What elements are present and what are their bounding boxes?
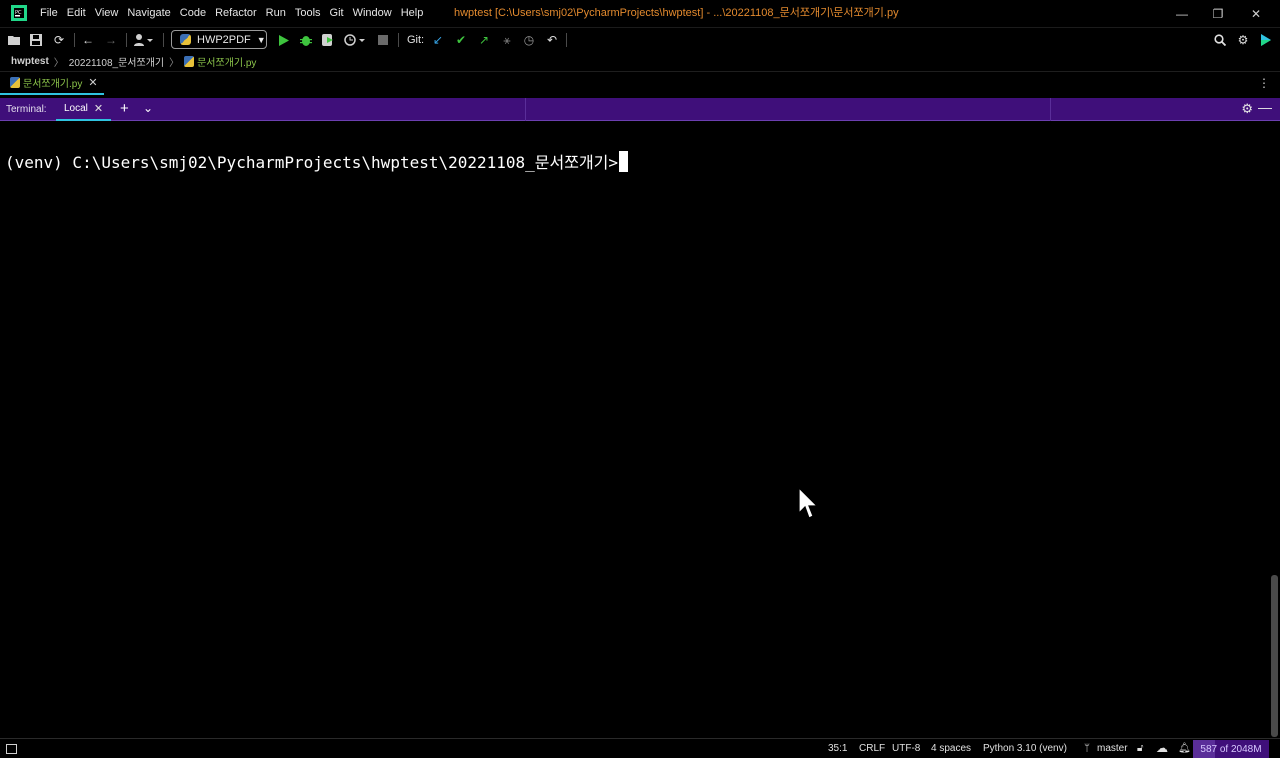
terminal-cursor bbox=[619, 150, 629, 172]
menu-view[interactable]: View bbox=[95, 0, 119, 27]
run-icon[interactable] bbox=[276, 32, 292, 48]
back-arrow-icon[interactable]: ← bbox=[80, 32, 96, 48]
forward-arrow-icon[interactable]: → bbox=[103, 32, 119, 48]
minimize-button[interactable]: — bbox=[1164, 0, 1200, 27]
breadcrumb-project[interactable]: hwptest bbox=[11, 56, 49, 67]
line-ending[interactable]: CRLF bbox=[859, 743, 885, 754]
main-toolbar: ⟳ ← → HWP2PDF ▼ Git: ↙ ✔ ↗ ⚹ ◷ ↶ ⚙ bbox=[0, 27, 1280, 51]
jetbrains-plugin-icon[interactable] bbox=[1258, 32, 1274, 48]
terminal-output[interactable]: (venv) C:\Users\smj02\PycharmProjects\hw… bbox=[0, 122, 1270, 738]
window-title: hwptest [C:\Users\smj02\PycharmProjects\… bbox=[454, 7, 899, 19]
editor-tab-label: 문서쪼개기.py bbox=[23, 79, 83, 90]
python-file-icon bbox=[184, 55, 195, 67]
menu-file[interactable]: File bbox=[40, 0, 58, 27]
mouse-cursor-icon bbox=[798, 487, 819, 519]
status-bar: 35:1 CRLF UTF-8 4 spaces Python 3.10 (ve… bbox=[0, 738, 1280, 758]
chevron-down-icon: ▼ bbox=[256, 34, 266, 45]
menu-navigate[interactable]: Navigate bbox=[127, 0, 170, 27]
profile-icon[interactable] bbox=[342, 32, 368, 48]
breadcrumb-file-label: 문서쪼개기.py bbox=[197, 57, 257, 69]
more-vertical-icon[interactable]: ⋮ bbox=[1258, 76, 1270, 90]
terminal-label: Terminal: bbox=[6, 104, 47, 115]
svg-text:PC: PC bbox=[15, 10, 22, 16]
run-config-label: HWP2PDF bbox=[197, 33, 251, 46]
close-icon[interactable]: ✕ bbox=[88, 76, 97, 89]
git-branch[interactable]: master bbox=[1097, 743, 1128, 754]
file-encoding[interactable]: UTF-8 bbox=[892, 743, 920, 754]
run-configuration-dropdown[interactable]: HWP2PDF ▼ bbox=[171, 30, 267, 49]
coverage-icon[interactable] bbox=[320, 32, 336, 48]
memory-indicator[interactable]: 587 of 2048M bbox=[1193, 740, 1269, 758]
new-terminal-plus-icon[interactable]: + bbox=[120, 100, 129, 117]
chevron-down-icon[interactable]: ⌄ bbox=[143, 101, 153, 115]
title-bar: PC File Edit View Navigate Code Refactor… bbox=[0, 0, 1280, 27]
terminal-prompt-line: (venv) C:\Users\smj02\PycharmProjects\hw… bbox=[5, 149, 629, 173]
menu-run[interactable]: Run bbox=[266, 0, 286, 27]
menu-tools[interactable]: Tools bbox=[295, 0, 321, 27]
open-folder-icon[interactable] bbox=[6, 32, 22, 48]
breadcrumb-folder[interactable]: 20221108_문서쪼개기 bbox=[69, 54, 164, 69]
account-icon[interactable] bbox=[132, 32, 156, 48]
tool-window-toggle-icon[interactable] bbox=[6, 744, 17, 754]
menu-help[interactable]: Help bbox=[401, 0, 424, 27]
python-interpreter[interactable]: Python 3.10 (venv) bbox=[983, 743, 1067, 754]
breadcrumb-file[interactable]: 문서쪼개기.py bbox=[184, 54, 256, 69]
editor-tab-bar: 문서쪼개기.py ✕ ⋮ bbox=[0, 71, 1280, 95]
git-update-icon[interactable]: ↙ bbox=[430, 32, 446, 48]
gear-icon[interactable]: ⚙ bbox=[1235, 32, 1251, 48]
menu-window[interactable]: Window bbox=[353, 0, 392, 27]
terminal-tab-local[interactable]: Local ✕ bbox=[56, 98, 112, 121]
git-push-icon[interactable]: ↗ bbox=[476, 32, 492, 48]
caret-position[interactable]: 35:1 bbox=[828, 743, 847, 754]
chevron-right-icon: 〉 bbox=[169, 57, 180, 69]
restore-button[interactable]: ❐ bbox=[1200, 0, 1236, 27]
terminal-prompt: (venv) C:\Users\smj02\PycharmProjects\hw… bbox=[5, 153, 619, 172]
menu-bar: File Edit View Navigate Code Refactor Ru… bbox=[40, 0, 432, 27]
python-file-icon bbox=[180, 34, 191, 45]
gear-icon[interactable]: ⚙ bbox=[1241, 101, 1253, 117]
chevron-right-icon: 〉 bbox=[53, 57, 64, 69]
terminal-tab-label: Local bbox=[64, 103, 88, 114]
indent-setting[interactable]: 4 spaces bbox=[931, 743, 971, 754]
menu-edit[interactable]: Edit bbox=[67, 0, 86, 27]
git-history-icon[interactable]: ◷ bbox=[521, 32, 537, 48]
save-all-icon[interactable] bbox=[28, 32, 44, 48]
git-branch-icon: ᛘ bbox=[1084, 743, 1090, 754]
terminal-header: Terminal: Local ✕ + ⌄ ⚙ — bbox=[0, 98, 1280, 121]
breadcrumb: hwptest 〉 20221108_문서쪼개기 〉 문서쪼개기.py bbox=[0, 51, 1280, 71]
memory-label: 587 of 2048M bbox=[1200, 743, 1262, 755]
close-window-button[interactable]: ✕ bbox=[1238, 0, 1274, 27]
git-compare-icon[interactable]: ⚹ bbox=[499, 32, 515, 48]
notifications-bell-icon[interactable]: 🔔︎ bbox=[1178, 743, 1191, 754]
search-icon[interactable] bbox=[1212, 32, 1228, 48]
git-label: Git: bbox=[407, 34, 425, 46]
editor-tab[interactable]: 문서쪼개기.py ✕ bbox=[0, 72, 104, 95]
menu-refactor[interactable]: Refactor bbox=[215, 0, 257, 27]
rollback-icon[interactable]: ↶ bbox=[544, 32, 560, 48]
git-commit-icon[interactable]: ✔ bbox=[453, 32, 469, 48]
minimize-panel-icon[interactable]: — bbox=[1258, 99, 1272, 115]
debug-icon[interactable] bbox=[298, 32, 314, 48]
cloud-settings-icon[interactable]: ☁ bbox=[1156, 741, 1168, 755]
lock-open-icon[interactable]: 🔓︎ bbox=[1137, 743, 1143, 754]
terminal-scrollbar[interactable] bbox=[1271, 575, 1278, 737]
menu-code[interactable]: Code bbox=[180, 0, 206, 27]
sync-icon[interactable]: ⟳ bbox=[51, 32, 67, 48]
menu-git[interactable]: Git bbox=[330, 0, 344, 27]
python-file-icon bbox=[10, 77, 20, 88]
close-icon[interactable]: ✕ bbox=[94, 102, 103, 115]
pycharm-logo-icon[interactable]: PC bbox=[11, 5, 27, 21]
stop-icon[interactable] bbox=[375, 32, 391, 48]
